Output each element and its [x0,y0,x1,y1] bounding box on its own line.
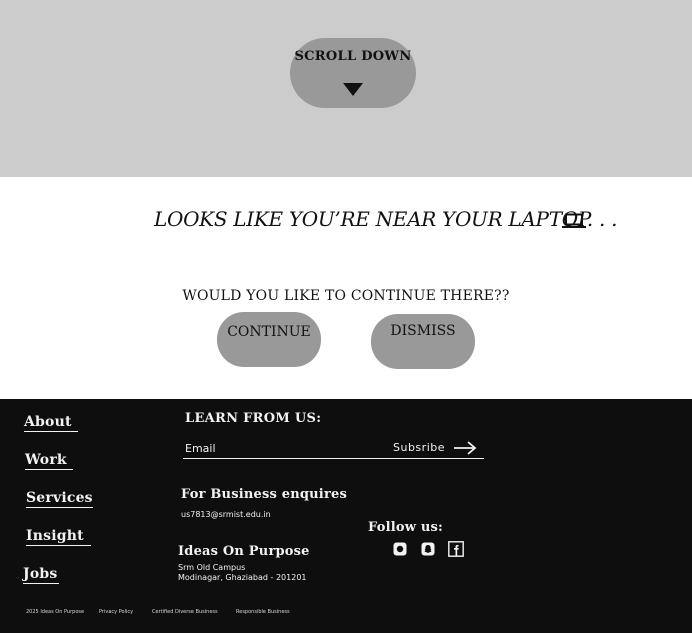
nav-link-services[interactable]: Services [26,490,93,508]
copyright-text: 2025 Ideas On Purpose [26,609,85,615]
company-name: Ideas On Purpose [178,544,310,559]
business-enquiries-title: For Business enquires [181,487,347,502]
prompt-headline: LOOKS LIKE YOU’RE NEAR YOUR LAPTOP. . . [154,207,618,231]
dismiss-button[interactable]: DISMISS [371,314,475,369]
triangle-down-icon [343,83,363,96]
subscribe-button[interactable]: Subsribe [393,441,445,454]
scroll-down-label: SCROLL DOWN [294,49,412,64]
learn-from-us-title: LEARN FROM US: [185,411,322,426]
prompt-question: WOULD YOU LIKE TO CONTINUE THERE?? [182,288,510,304]
privacy-policy-link[interactable]: Privacy Policy [99,609,133,615]
address-line-1: Srm Old Campus [178,563,246,572]
continue-on-laptop-prompt: LOOKS LIKE YOU’RE NEAR YOUR LAPTOP. . . … [0,177,692,399]
arrow-right-icon[interactable] [453,441,477,455]
instagram-icon[interactable] [393,542,407,556]
address-line-2: Modinagar, Ghaziabad - 201201 [178,573,307,582]
follow-us-title: Follow us: [368,520,444,535]
facebook-icon[interactable] [448,541,464,557]
nav-link-insight[interactable]: Insight [26,528,91,546]
responsible-business-link[interactable]: Responsible Business [236,609,290,615]
certified-diverse-business-link[interactable]: Certified Diverse Business [152,609,218,615]
business-email-link[interactable]: us7813@srmist.edu.in [181,510,271,519]
email-input[interactable] [185,440,375,456]
continue-button[interactable]: CONTINUE [217,312,321,367]
nav-link-jobs[interactable]: Jobs [23,566,60,584]
laptop-icon [562,213,586,228]
newsletter-form: Subsribe [183,438,484,459]
footer: About Work Services Insight Jobs LEARN F… [0,399,692,633]
nav-link-about[interactable]: About [24,414,78,432]
hero-band: SCROLL DOWN [0,0,692,177]
scroll-down-button[interactable]: SCROLL DOWN [290,38,416,108]
nav-link-work[interactable]: Work [25,452,73,470]
snapchat-icon[interactable] [421,542,435,556]
